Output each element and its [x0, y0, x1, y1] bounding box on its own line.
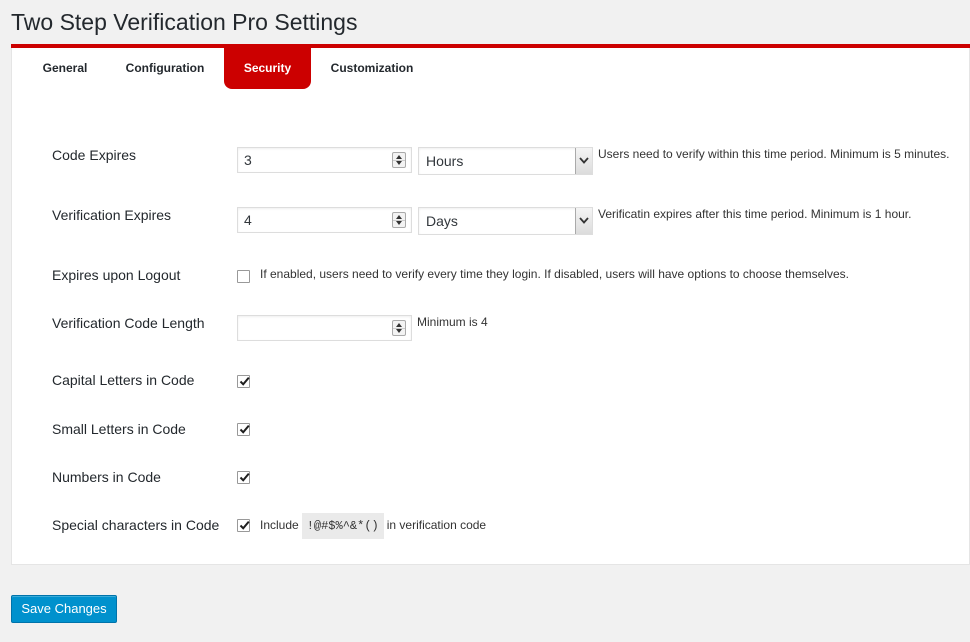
tab-configuration[interactable]: Configuration — [116, 48, 214, 89]
code-length-spinner[interactable] — [392, 320, 406, 336]
checkmark-icon — [239, 376, 250, 386]
checkmark-icon — [239, 520, 250, 530]
tab-general[interactable]: General — [30, 48, 100, 89]
special-chars-label: Special characters in Code — [52, 517, 220, 533]
special-chars-checkbox[interactable] — [237, 519, 250, 532]
numbers-label: Numbers in Code — [52, 469, 161, 485]
special-chars-suffix: in verification code — [386, 518, 487, 532]
verification-expires-unit: Days — [426, 213, 458, 229]
capital-letters-checkbox[interactable] — [237, 375, 250, 388]
code-length-input[interactable] — [237, 315, 412, 341]
code-expires-input[interactable]: 3 — [237, 147, 412, 173]
chevron-down-icon[interactable] — [575, 208, 592, 234]
code-expires-unit: Hours — [426, 153, 464, 169]
special-chars-prefix: Include — [260, 518, 299, 532]
capital-letters-label: Capital Letters in Code — [52, 372, 195, 388]
code-expires-label: Code Expires — [52, 147, 137, 163]
special-chars-code: !@#$%^&*() — [301, 513, 384, 539]
expires-logout-label: Expires upon Logout — [52, 267, 181, 283]
code-length-label: Verification Code Length — [52, 315, 205, 331]
small-letters-label: Small Letters in Code — [52, 421, 186, 437]
small-letters-checkbox[interactable] — [237, 423, 250, 436]
page-title: Two Step Verification Pro Settings — [11, 9, 358, 35]
tab-customization[interactable]: Customization — [323, 48, 421, 89]
chevron-down-icon[interactable] — [575, 148, 592, 174]
code-length-description: Minimum is 4 — [417, 315, 488, 329]
verification-expires-input[interactable]: 4 — [237, 207, 412, 233]
verification-expires-unit-select[interactable]: Days — [418, 207, 593, 235]
code-expires-spinner[interactable] — [392, 152, 406, 168]
tab-bar: General Configuration Security Customiza… — [11, 48, 970, 89]
checkmark-icon — [239, 424, 250, 434]
special-chars-description: Include !@#$%^&*() in verification code — [260, 513, 486, 539]
verification-expires-label: Verification Expires — [52, 207, 172, 223]
save-changes-button[interactable]: Save Changes — [11, 595, 117, 623]
expires-logout-checkbox[interactable] — [237, 270, 250, 283]
verification-expires-description: Verificatin expires after this time peri… — [598, 207, 912, 221]
code-expires-description: Users need to verify within this time pe… — [598, 147, 950, 161]
checkmark-icon — [239, 472, 250, 482]
verification-expires-spinner[interactable] — [392, 212, 406, 228]
code-expires-unit-select[interactable]: Hours — [418, 147, 593, 175]
code-expires-value: 3 — [244, 152, 252, 168]
expires-logout-description: If enabled, users need to verify every t… — [260, 267, 849, 281]
numbers-checkbox[interactable] — [237, 471, 250, 484]
settings-panel — [11, 44, 970, 565]
tab-security[interactable]: Security — [224, 48, 311, 89]
verification-expires-value: 4 — [244, 212, 252, 228]
